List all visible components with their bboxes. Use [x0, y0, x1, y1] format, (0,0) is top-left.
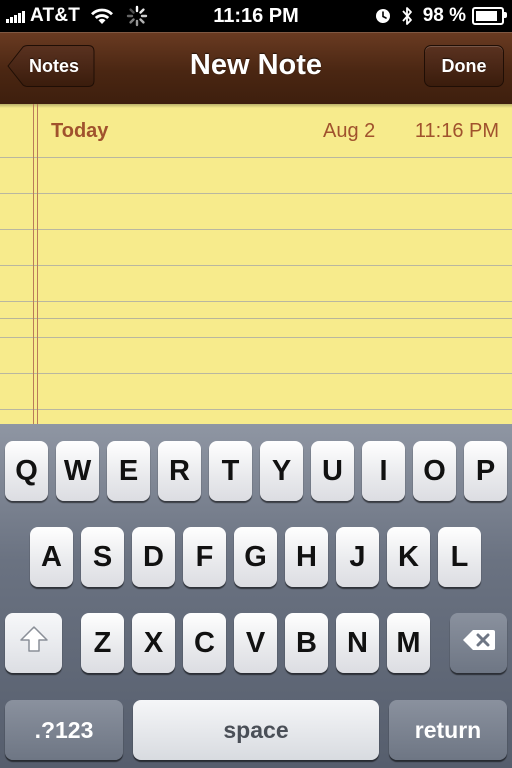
- key-p[interactable]: P: [464, 441, 507, 501]
- done-button[interactable]: Done: [424, 45, 504, 87]
- navigation-bar: Notes New Note Done: [0, 32, 512, 106]
- key-g[interactable]: G: [234, 527, 277, 587]
- alarm-icon: [375, 8, 391, 24]
- shift-icon: [19, 625, 49, 661]
- key-v[interactable]: V: [234, 613, 277, 673]
- note-date: Aug 2: [323, 120, 376, 142]
- ruled-lines: [0, 104, 512, 424]
- key-y[interactable]: Y: [260, 441, 303, 501]
- key-s[interactable]: S: [81, 527, 124, 587]
- battery-icon: [472, 7, 507, 25]
- key-q[interactable]: Q: [5, 441, 48, 501]
- space-key[interactable]: space: [133, 700, 379, 760]
- key-r[interactable]: R: [158, 441, 201, 501]
- key-d[interactable]: D: [132, 527, 175, 587]
- key-b[interactable]: B: [285, 613, 328, 673]
- key-c[interactable]: C: [183, 613, 226, 673]
- note-date-label: Today: [51, 120, 109, 142]
- key-e[interactable]: E: [107, 441, 150, 501]
- battery-percentage: 98 %: [422, 5, 466, 26]
- key-h[interactable]: H: [285, 527, 328, 587]
- note-time: 11:16 PM: [414, 120, 499, 142]
- backspace-icon: [462, 627, 496, 660]
- key-w[interactable]: W: [56, 441, 99, 501]
- numbers-key[interactable]: .?123: [5, 700, 123, 760]
- margin-line: [37, 104, 38, 424]
- margin-line: [33, 104, 34, 424]
- key-f[interactable]: F: [183, 527, 226, 587]
- keyboard: Q W E R T Y U I O P A S D F G H J K L Z …: [0, 424, 512, 768]
- key-o[interactable]: O: [413, 441, 456, 501]
- shift-key[interactable]: [5, 613, 62, 673]
- key-z[interactable]: Z: [81, 613, 124, 673]
- status-bar: AT&T 11:16 PM 98 %: [0, 0, 512, 32]
- key-u[interactable]: U: [311, 441, 354, 501]
- note-text-area[interactable]: Today Aug 2 11:16 PM: [0, 104, 512, 424]
- key-x[interactable]: X: [132, 613, 175, 673]
- key-i[interactable]: I: [362, 441, 405, 501]
- key-m[interactable]: M: [387, 613, 430, 673]
- key-a[interactable]: A: [30, 527, 73, 587]
- backspace-key[interactable]: [450, 613, 507, 673]
- key-n[interactable]: N: [336, 613, 379, 673]
- key-l[interactable]: L: [438, 527, 481, 587]
- key-j[interactable]: J: [336, 527, 379, 587]
- key-k[interactable]: K: [387, 527, 430, 587]
- key-t[interactable]: T: [209, 441, 252, 501]
- bluetooth-icon: [401, 6, 413, 26]
- return-key[interactable]: return: [389, 700, 507, 760]
